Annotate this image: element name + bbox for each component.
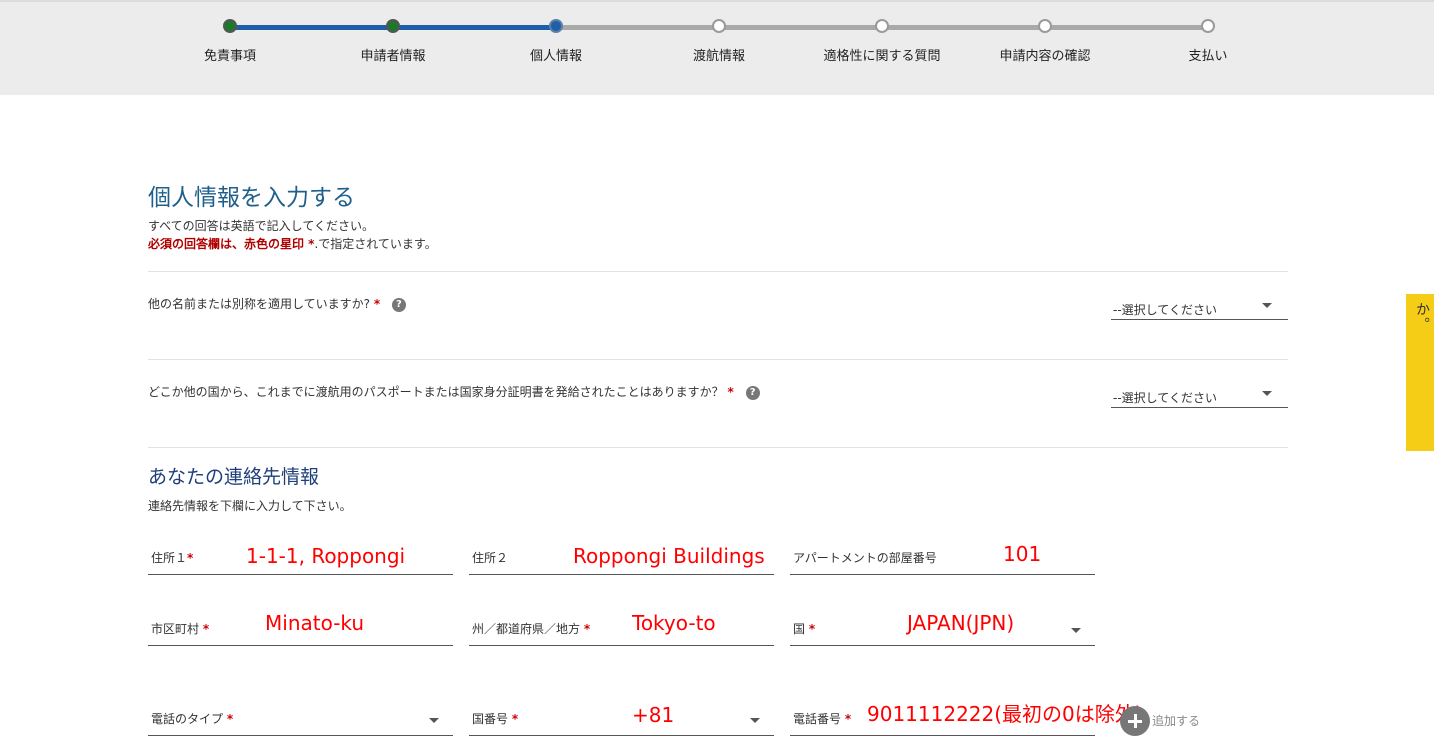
question-label: どこか他の国から、これまでに渡航用のパスポートまたは国家身分証明書を発給されたこ… [148, 385, 724, 399]
field-value: +81 [632, 703, 675, 727]
progress-stepper: 免責事項 申請者情報 個人情報 渡航情報 適格性に関する質問 申請内容の確認 支… [0, 0, 1434, 95]
address2-field[interactable]: 住所２ Roppongi Buildings [469, 538, 774, 575]
field-value: Tokyo-to [632, 611, 716, 635]
step-personal-info[interactable]: 個人情報 [476, 19, 636, 64]
question-other-names: 他の名前または別称を適用していますか? * ? [148, 295, 406, 312]
chevron-down-icon [429, 718, 439, 723]
field-label: 電話番号 * [793, 712, 852, 726]
instruction-text: すべての回答は英語で記入してください。 [148, 219, 374, 233]
chevron-down-icon [1262, 391, 1272, 396]
step-dot-todo [712, 19, 726, 33]
step-dot-todo [875, 19, 889, 33]
field-value: JAPAN(JPN) [907, 611, 1015, 635]
phone-type-select[interactable]: 電話のタイプ * [148, 699, 453, 736]
required-note-emphasis: 必須の回答欄は、赤色の星印 * [148, 237, 315, 251]
section-title: あなたの連絡先情報 [148, 466, 320, 488]
apartment-field[interactable]: アパートメントの部屋番号 101 [790, 538, 1095, 575]
step-dot-todo [1038, 19, 1052, 33]
step-label: 申請者情報 [360, 49, 426, 64]
step-label: 渡航情報 [692, 49, 745, 64]
add-phone-label[interactable]: 追加する [1152, 712, 1200, 729]
step-dot-done [223, 19, 237, 33]
field-label: 住所１* [151, 551, 194, 565]
address1-field[interactable]: 住所１* 1-1-1, Roppongi [148, 538, 453, 575]
step-label: 支払い [1188, 49, 1228, 64]
step-label: 免責事項 [203, 49, 256, 64]
state-field[interactable]: 州／都道府県／地方 * Tokyo-to [469, 609, 774, 646]
step-payment: 支払い [1128, 19, 1288, 64]
page-title: 個人情報を入力する [148, 185, 355, 211]
field-label: 住所２ [472, 551, 509, 565]
other-passport-select[interactable]: --選択してください [1111, 385, 1288, 408]
chevron-down-icon [1071, 628, 1081, 633]
other-names-select[interactable]: --選択してください [1111, 297, 1288, 320]
divider [148, 271, 1288, 272]
country-code-select[interactable]: 国番号 * +81 [469, 699, 774, 736]
help-question-icon[interactable]: ? [745, 385, 760, 400]
step-label: 申請内容の確認 [999, 49, 1091, 64]
field-label: 市区町村 * [151, 622, 210, 636]
required-note-rest: .で指定されています。 [314, 237, 437, 251]
field-value: 9011112222(最初の0は除外) [867, 702, 1143, 726]
divider [148, 359, 1288, 360]
step-disclaimer[interactable]: 免責事項 [150, 19, 310, 64]
chevron-down-icon [1262, 303, 1272, 308]
step-applicant-info[interactable]: 申請者情報 [313, 19, 473, 64]
field-label: 電話のタイプ * [151, 712, 234, 726]
field-value: Minato-ku [265, 611, 365, 635]
question-other-passport: どこか他の国から、これまでに渡航用のパスポートまたは国家身分証明書を発給されたこ… [148, 383, 760, 400]
help-question-icon[interactable]: ? [391, 297, 406, 312]
required-asterisk: * [727, 385, 734, 399]
step-travel-info: 渡航情報 [639, 19, 799, 64]
step-eligibility: 適格性に関する質問 [802, 19, 962, 64]
help-tab[interactable]: ヘルプが必要ですか。 [1406, 294, 1434, 451]
section-subtitle: 連絡先情報を下欄に入力して下さい。 [148, 499, 352, 513]
divider [148, 447, 1288, 448]
field-label: アパートメントの部屋番号 [793, 551, 937, 565]
step-label: 適格性に関する質問 [823, 49, 941, 64]
field-value: Roppongi Buildings [573, 544, 765, 568]
field-label: 国番号 * [472, 712, 519, 726]
field-value: 1-1-1, Roppongi [246, 544, 406, 568]
required-asterisk: * [373, 297, 381, 311]
phone-number-field[interactable]: 電話番号 * 9011112222(最初の0は除外) [790, 699, 1143, 736]
step-review: 申請内容の確認 [965, 19, 1125, 64]
step-dot-done [386, 19, 400, 33]
select-value: --選択してください [1113, 391, 1217, 405]
chevron-down-icon [750, 718, 760, 723]
field-label: 州／都道府県／地方 * [472, 622, 591, 636]
question-label: 他の名前または別称を適用していますか? [148, 297, 371, 311]
select-value: --選択してください [1113, 303, 1217, 317]
step-label: 個人情報 [529, 49, 582, 64]
field-value: 101 [1003, 542, 1042, 566]
country-select[interactable]: 国 * JAPAN(JPN) [790, 609, 1095, 646]
required-note: 必須の回答欄は、赤色の星印 *.で指定されています。 [148, 235, 437, 252]
field-label: 国 * [793, 622, 816, 636]
step-dot-todo [1201, 19, 1215, 33]
city-field[interactable]: 市区町村 * Minato-ku [148, 609, 453, 646]
help-tab-label: ヘルプが必要ですか。 [1414, 302, 1430, 332]
step-dot-current [549, 19, 563, 33]
add-phone-button[interactable] [1120, 706, 1150, 736]
